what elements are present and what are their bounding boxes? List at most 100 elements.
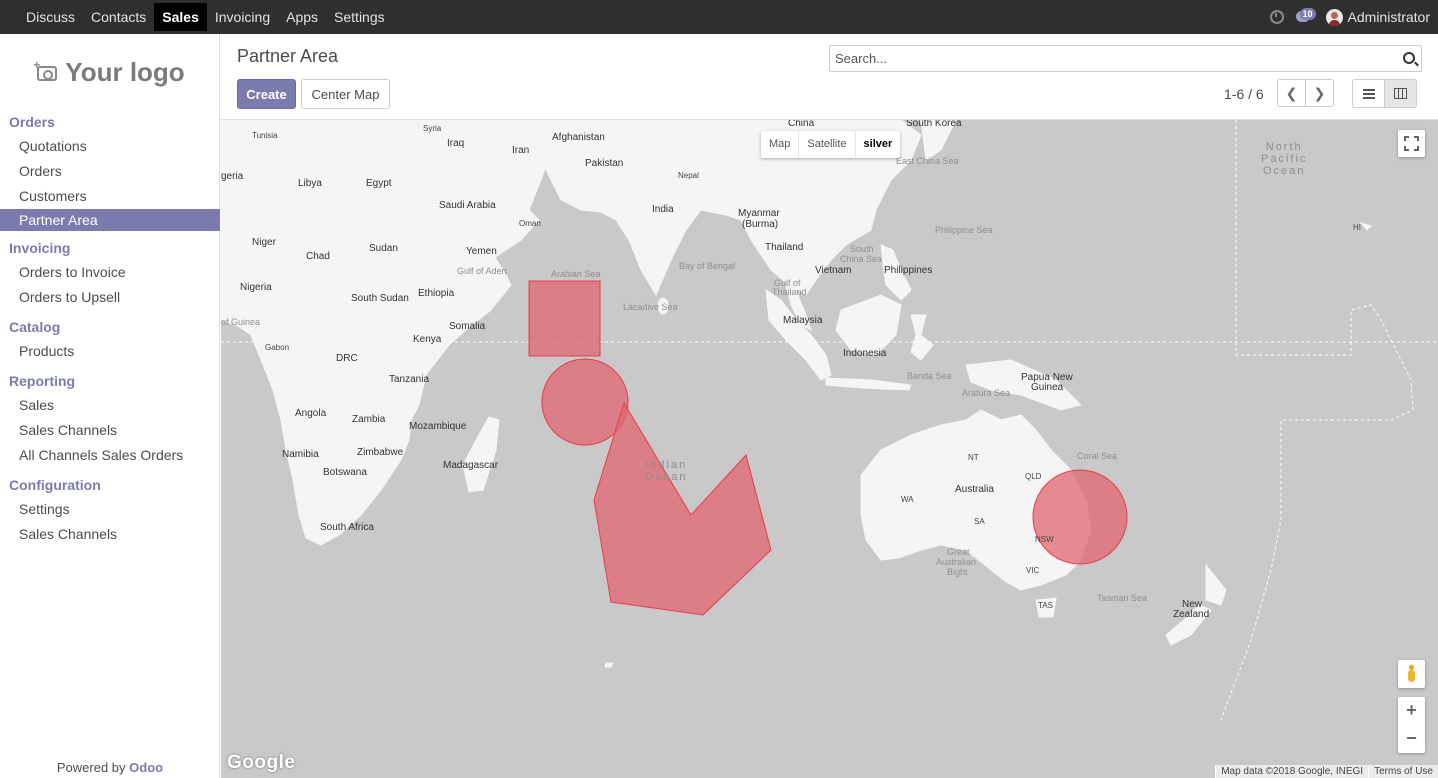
map-label: Malaysia [783,315,823,326]
map-label: NSW [1035,535,1054,544]
page-title: Partner Area [237,46,339,66]
map-label: Myanmar [738,208,780,219]
map-label: Thailand [765,242,804,253]
sidebar-item-partner-area[interactable]: Partner Area [0,209,220,231]
google-logo[interactable]: Google [227,752,295,774]
camera-icon [33,58,58,81]
search-icon[interactable] [1403,52,1415,64]
user-menu[interactable]: Administrator [1325,8,1430,26]
center-map-button[interactable]: Center Map [301,79,390,109]
map-data-credit: Map data ©2018 Google, INEGI [1215,765,1369,778]
view-switcher [1352,79,1417,108]
map-label: Syria [423,124,442,133]
map-label: Iraq [447,138,465,149]
map-type-satellite[interactable]: Satellite [799,131,856,158]
list-view-icon [1362,88,1375,99]
systray: 10 Administrator [1269,0,1430,34]
partner-area-polygon[interactable] [593,401,772,616]
sidebar-item-orders-to-upsell[interactable]: Orders to Upsell [0,285,220,310]
chat-icon[interactable]: 10 [1295,8,1316,24]
map-label: Iran [512,145,530,156]
map-label: Vietnam [815,265,852,276]
sidebar-item-sales-channels[interactable]: Sales Channels [0,418,220,443]
map-label: SA [974,517,985,526]
map-label: of Guinea [221,317,261,327]
sidebar-item-settings[interactable]: Settings [0,497,220,522]
zoom-out-button[interactable]: − [1398,725,1425,753]
map-label: Botswana [323,467,367,478]
chevron-left-icon: ❮ [1285,84,1298,101]
map-ocean-label: Indian Ocean [645,459,688,483]
app-menu: Discuss Contacts Sales Invoicing Apps Setting… [0,0,1438,34]
map-view-button[interactable] [1384,79,1417,108]
map-label: Arafura Sea [962,388,1011,398]
map-type-control: Map Satellite silver [761,131,901,158]
list-view-button[interactable] [1352,79,1385,108]
map-label: Australian [936,557,977,567]
sidebar-section-orders: Orders [9,114,55,130]
sidebar-section-invoicing: Invoicing [9,240,71,256]
map-label: East China Sea [896,156,959,166]
sidebar-item-orders[interactable]: Orders [0,159,220,184]
clock-icon[interactable] [1269,10,1284,24]
map-label: Oman [519,219,541,228]
app-menu-sales[interactable]: Sales [154,3,207,31]
map-label: China Sea [840,254,883,264]
sidebar-nav: Orders Quotations Orders Customers Partner A… [0,110,220,547]
map-label: South Sudan [351,293,409,304]
map-label: India [652,204,674,215]
app-menu-settings[interactable]: Settings [326,3,393,31]
fullscreen-button[interactable] [1398,130,1425,157]
map-type-map[interactable]: Map [761,131,800,158]
map-label: Guinea [1031,382,1064,393]
map-label: Tunisia [252,131,278,140]
company-logo[interactable]: Your logo [22,48,200,96]
partner-area-rectangle[interactable] [528,280,601,357]
map-label: Zealand [1173,609,1210,620]
zoom-in-button[interactable]: + [1398,697,1425,725]
sidebar: Your logo OrdersQuotationsOrdersCustomer… [0,34,220,778]
odoo-link[interactable]: Odoo [129,760,163,775]
sidebar-item-sales[interactable]: Sales [0,393,220,418]
sidebar-section-reporting: Reporting [9,373,76,389]
map-label: Lacadive Sea [623,302,678,312]
map-canvas[interactable]: Tunisia Syria Iraq Iran Afghanistan China Sout… [221,120,1438,778]
map-label: Namibia [282,449,319,460]
terms-of-use-link[interactable]: Terms of Use [1368,765,1438,778]
fullscreen-icon [1404,136,1409,141]
map-ocean-label: North Pacific Ocean [1261,141,1308,177]
sidebar-item-customers[interactable]: Customers [0,184,220,209]
map-label: China [788,120,815,129]
street-view-pegman-icon[interactable] [1398,660,1425,688]
user-name: Administrator [1347,9,1430,25]
app-menu-apps[interactable]: Apps [278,3,326,31]
sidebar-item-all-channels-sales-orders[interactable]: All Channels Sales Orders [0,443,220,468]
app-menu-invoicing[interactable]: Invoicing [207,3,278,31]
sidebar-section-catalog: Catalog [9,319,61,335]
sidebar-item-sales-channels[interactable]: Sales Channels [0,522,220,547]
powered-by-prefix: Powered by [56,760,126,775]
create-button[interactable]: Create [237,79,296,109]
map-label: Afghanistan [552,132,605,143]
sidebar-item-orders-to-invoice[interactable]: Orders to Invoice [0,260,220,285]
sidebar-item-quotations[interactable]: Quotations [0,134,220,159]
pager-next-button[interactable]: ❯ [1305,79,1334,107]
search-input[interactable] [830,46,1390,71]
map-label: South Africa [320,522,374,533]
map-label: Nigeria [240,282,272,293]
map-label: Bay of Bengal [679,261,736,271]
map-label: DRC [336,353,358,364]
partner-area-circle-australia[interactable] [1032,469,1128,565]
fullscreen-icon [1414,146,1419,151]
sidebar-item-products[interactable]: Products [0,339,220,364]
map-label: Angola [295,408,327,419]
pager-previous-button[interactable]: ❮ [1277,79,1306,107]
app-menu-discuss[interactable]: Discuss [18,3,83,31]
pager-value[interactable]: 1-6 / 6 [1224,86,1264,102]
map-label: South Korea [906,120,962,129]
map-label: Yemen [466,246,497,257]
map-label: WA [901,495,914,504]
map-type-silver[interactable]: silver [856,131,901,158]
sidebar-section-configuration: Configuration [9,477,101,493]
app-menu-contacts[interactable]: Contacts [83,3,154,31]
